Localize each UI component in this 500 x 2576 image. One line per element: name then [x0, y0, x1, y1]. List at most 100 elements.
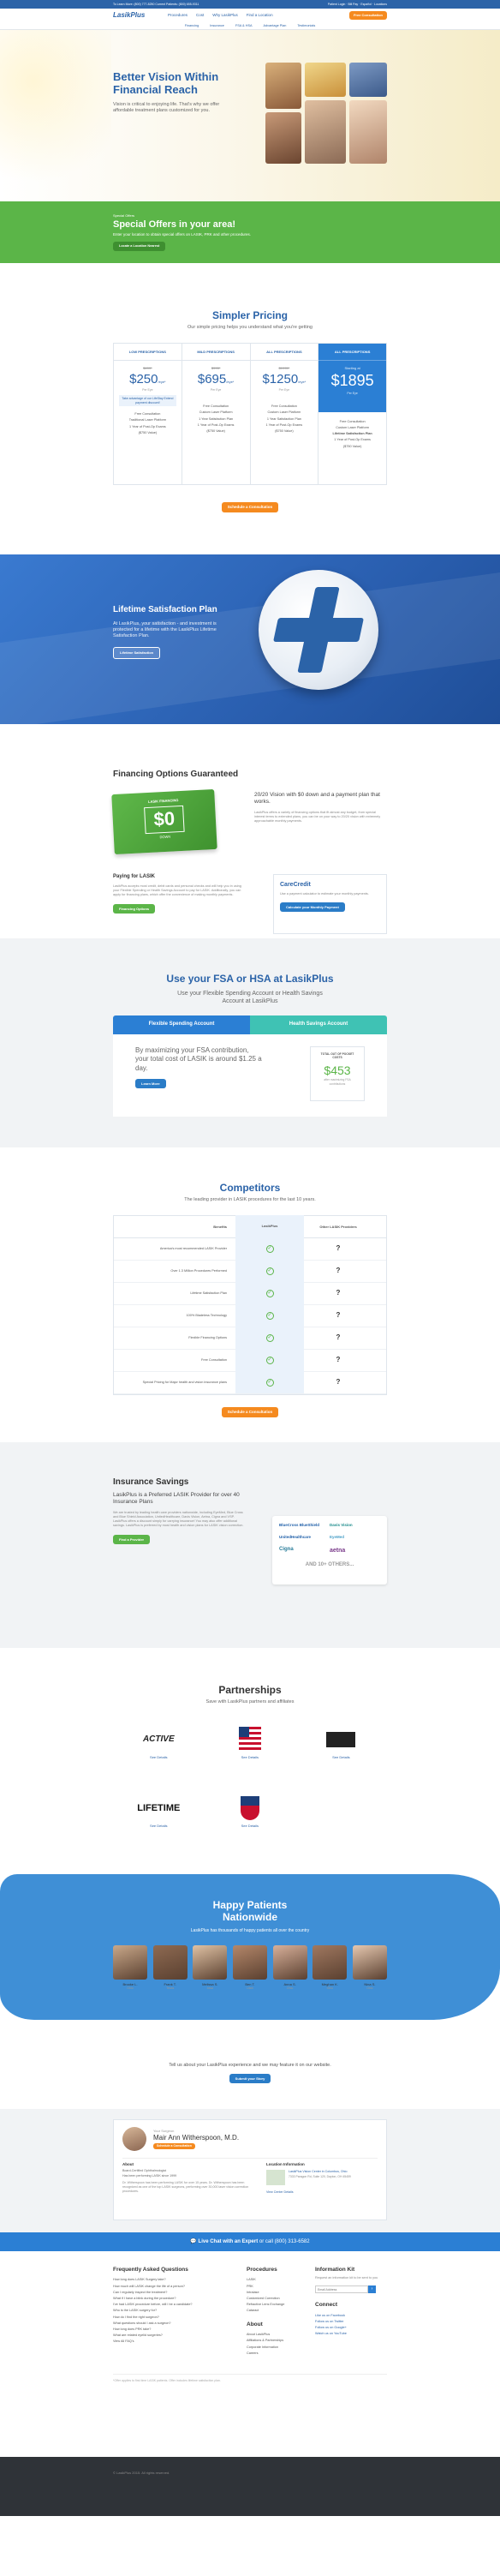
nav-item-procedures[interactable]: Procedures	[168, 13, 188, 18]
surgeon-consult-button[interactable]: Schedule a Consultation	[153, 2143, 195, 2149]
patient-photo	[312, 1945, 348, 1980]
social-link[interactable]: Follow us on Twitter	[315, 2319, 387, 2325]
financing-text: LasikPlus offers a variety of financing …	[254, 810, 381, 823]
procedure-link[interactable]: PRK	[247, 2284, 315, 2290]
lasikplus-check: ✓	[235, 1304, 304, 1327]
partner-item[interactable]: ACTIVE See Details	[113, 1724, 205, 1793]
plan-per: Per Eye	[210, 387, 222, 392]
kit-email-input[interactable]	[315, 2285, 368, 2294]
table-row: Flexible Financing Options ✓?	[114, 1327, 386, 1350]
plan-note: Take advantage of our LifeStay Extend pa…	[119, 395, 176, 407]
find-provider-button[interactable]: Find a Provider	[113, 1534, 151, 1544]
plan-feature: Custom Laser Platform	[199, 410, 233, 415]
partner-link[interactable]: See Details	[295, 1755, 387, 1759]
subnav-insurance[interactable]: Insurance	[210, 24, 224, 28]
faq-link[interactable]: I've had LASIK procedure before, will I …	[113, 2302, 247, 2308]
partner-link[interactable]: See Details	[113, 1755, 205, 1759]
nav-item-location[interactable]: Find a Location	[247, 13, 273, 18]
subnav-testimonials[interactable]: Testimonials	[297, 24, 315, 28]
patient-card[interactable]: Frank T. Texas	[152, 1945, 188, 1991]
faq-link[interactable]: What questions should I ask a surgeon?	[113, 2321, 247, 2327]
top-bar: To Learn More: (800) 777-8250 Current Pa…	[0, 0, 500, 9]
location-link[interactable]: View Center Details	[266, 2190, 378, 2195]
procedure-link[interactable]: LASIK	[247, 2277, 315, 2283]
partner-item[interactable]: See Details	[205, 1793, 296, 1861]
patient-card[interactable]: Ben T. Utah	[232, 1945, 267, 1991]
patient-card[interactable]: Anna S. Ohio	[272, 1945, 307, 1991]
offers-kicker: Special Offers	[113, 213, 135, 218]
subnav-fsa[interactable]: FSA & HSA	[235, 24, 253, 28]
about-link[interactable]: Careers	[247, 2351, 315, 2357]
partner-item[interactable]: See Details	[205, 1724, 296, 1793]
faq-link[interactable]: Who is the LASIK surgery for?	[113, 2308, 247, 2314]
faq-link[interactable]: View All FAQ's	[113, 2339, 247, 2345]
patient-card[interactable]: Meghan K. Ohio	[312, 1945, 348, 1991]
plan-card-featured: ALL PRESCRIPTIONS Starting at $1895 Per …	[318, 342, 387, 485]
partner-link[interactable]: See Details	[113, 1824, 205, 1828]
tab-fsa[interactable]: Flexible Spending Account	[113, 1015, 250, 1034]
about-link[interactable]: Corporate Information	[247, 2345, 315, 2351]
social-link[interactable]: Follow us on Google+	[315, 2325, 387, 2331]
partner-item[interactable]: See Details	[295, 1724, 387, 1793]
surgeon-avatar	[122, 2127, 146, 2151]
partner-link[interactable]: See Details	[205, 1824, 296, 1828]
social-link[interactable]: Watch us on YouTube	[315, 2331, 387, 2337]
about-link[interactable]: Affiliations & Partnerships	[247, 2338, 315, 2344]
faq-title: Frequently Asked Questions	[113, 2267, 188, 2273]
nav-item-cost[interactable]: Cost	[196, 13, 204, 18]
faq-link[interactable]: What if I have a blink during the proced…	[113, 2296, 247, 2302]
lifetime-button[interactable]: Lifetime Satisfaction	[113, 647, 161, 659]
patient-place: Ohio	[326, 1986, 333, 1991]
nav-item-why[interactable]: Why LasikPlus	[212, 13, 238, 18]
live-chat-bar[interactable]: 💬 Live Chat with an Expert or call (800)…	[0, 2232, 500, 2251]
insurance-title: Insurance Savings	[113, 1477, 189, 1487]
patient-photo	[152, 1945, 188, 1980]
social-link[interactable]: Like us on Facebook	[315, 2313, 387, 2319]
partner-link[interactable]: See Details	[205, 1755, 296, 1759]
financing-options-button[interactable]: Financing Options	[113, 903, 156, 914]
surgeon-name: Mair Ann Witherspoon, M.D.	[153, 2133, 240, 2142]
procedure-link[interactable]: Refractive Lens Exchange	[247, 2302, 315, 2308]
faq-link[interactable]: How do I find the right surgeon?	[113, 2315, 247, 2321]
schedule-consultation-button[interactable]: Schedule a Consultation	[221, 501, 279, 512]
insurance-lead: LasikPlus is a Preferred LASIK Provider …	[113, 1492, 240, 1506]
happy-patients-section: Happy Patients Nationwide LasikPlus has …	[0, 1874, 500, 2051]
plan-card: MILD PRESCRIPTIONS $995* $695/eye* Per E…	[182, 342, 251, 485]
patient-card[interactable]: Melissa S. Iowa	[193, 1945, 228, 1991]
check-icon: ✓	[265, 1379, 274, 1387]
top-bar-links[interactable]: Patient Login · Bill Pay · Español · Loc…	[328, 3, 387, 7]
competitors-schedule-button[interactable]: Schedule a Consultation	[221, 1406, 279, 1417]
free-consultation-button[interactable]: Free Consultation	[348, 11, 387, 20]
fsa-learn-more-button[interactable]: Learn More	[135, 1078, 166, 1089]
partner-logo-lifetime: LIFETIME	[137, 1802, 181, 1813]
faq-link[interactable]: How long does PRK take?	[113, 2327, 247, 2333]
kit-submit-button[interactable]: ›	[368, 2285, 376, 2294]
procedure-link[interactable]: Customized Correction	[247, 2296, 315, 2302]
calculate-payment-button[interactable]: Calculate your Monthly Payment	[280, 902, 345, 913]
plan-feature: Custom Laser Platform	[336, 425, 370, 429]
patient-card[interactable]: Brooke L. Ohio	[113, 1945, 147, 1991]
about-link[interactable]: About LasikPlus	[247, 2332, 315, 2338]
submit-story-button[interactable]: Submit your Story	[229, 2074, 271, 2084]
procedure-link[interactable]: Intralase	[247, 2290, 315, 2296]
location-name[interactable]: LasikPlus Vision Center in Columbus, Ohi…	[289, 2170, 351, 2174]
locate-button[interactable]: Locate a Location Nearest	[113, 242, 166, 252]
partner-item[interactable]: LIFETIME See Details	[113, 1793, 205, 1861]
tab-hsa[interactable]: Health Savings Account	[250, 1015, 387, 1034]
subnav-advantage[interactable]: Advantage Plan	[264, 24, 287, 28]
carecredit-box: CareCredit Use a payment calculator to e…	[273, 874, 387, 934]
fsa-section: Use your FSA or HSA at LasikPlus Use you…	[0, 938, 500, 1147]
partnerships-title: Partnerships	[218, 1684, 282, 1696]
check-icon: ✓	[265, 1334, 274, 1343]
faq-link[interactable]: Can I regularly inspect the treatment?	[113, 2290, 247, 2296]
faq-link[interactable]: How long does LASIK Surgery take?	[113, 2277, 247, 2283]
subnav-financing[interactable]: Financing	[185, 24, 199, 28]
faq-link[interactable]: What are related eyelid surgeries?	[113, 2333, 247, 2339]
patient-card[interactable]: Nina S. Ohio	[352, 1945, 387, 1991]
faq-link[interactable]: How much will LASIK change the life of a…	[113, 2284, 247, 2290]
patient-place: Ohio	[127, 1986, 134, 1991]
logo[interactable]: LasikPlus	[113, 11, 152, 20]
kit-text: Request an information kit to be sent to…	[315, 2276, 378, 2280]
plan-old-price: Starting at	[344, 365, 360, 370]
procedure-link[interactable]: Cataract	[247, 2308, 315, 2314]
